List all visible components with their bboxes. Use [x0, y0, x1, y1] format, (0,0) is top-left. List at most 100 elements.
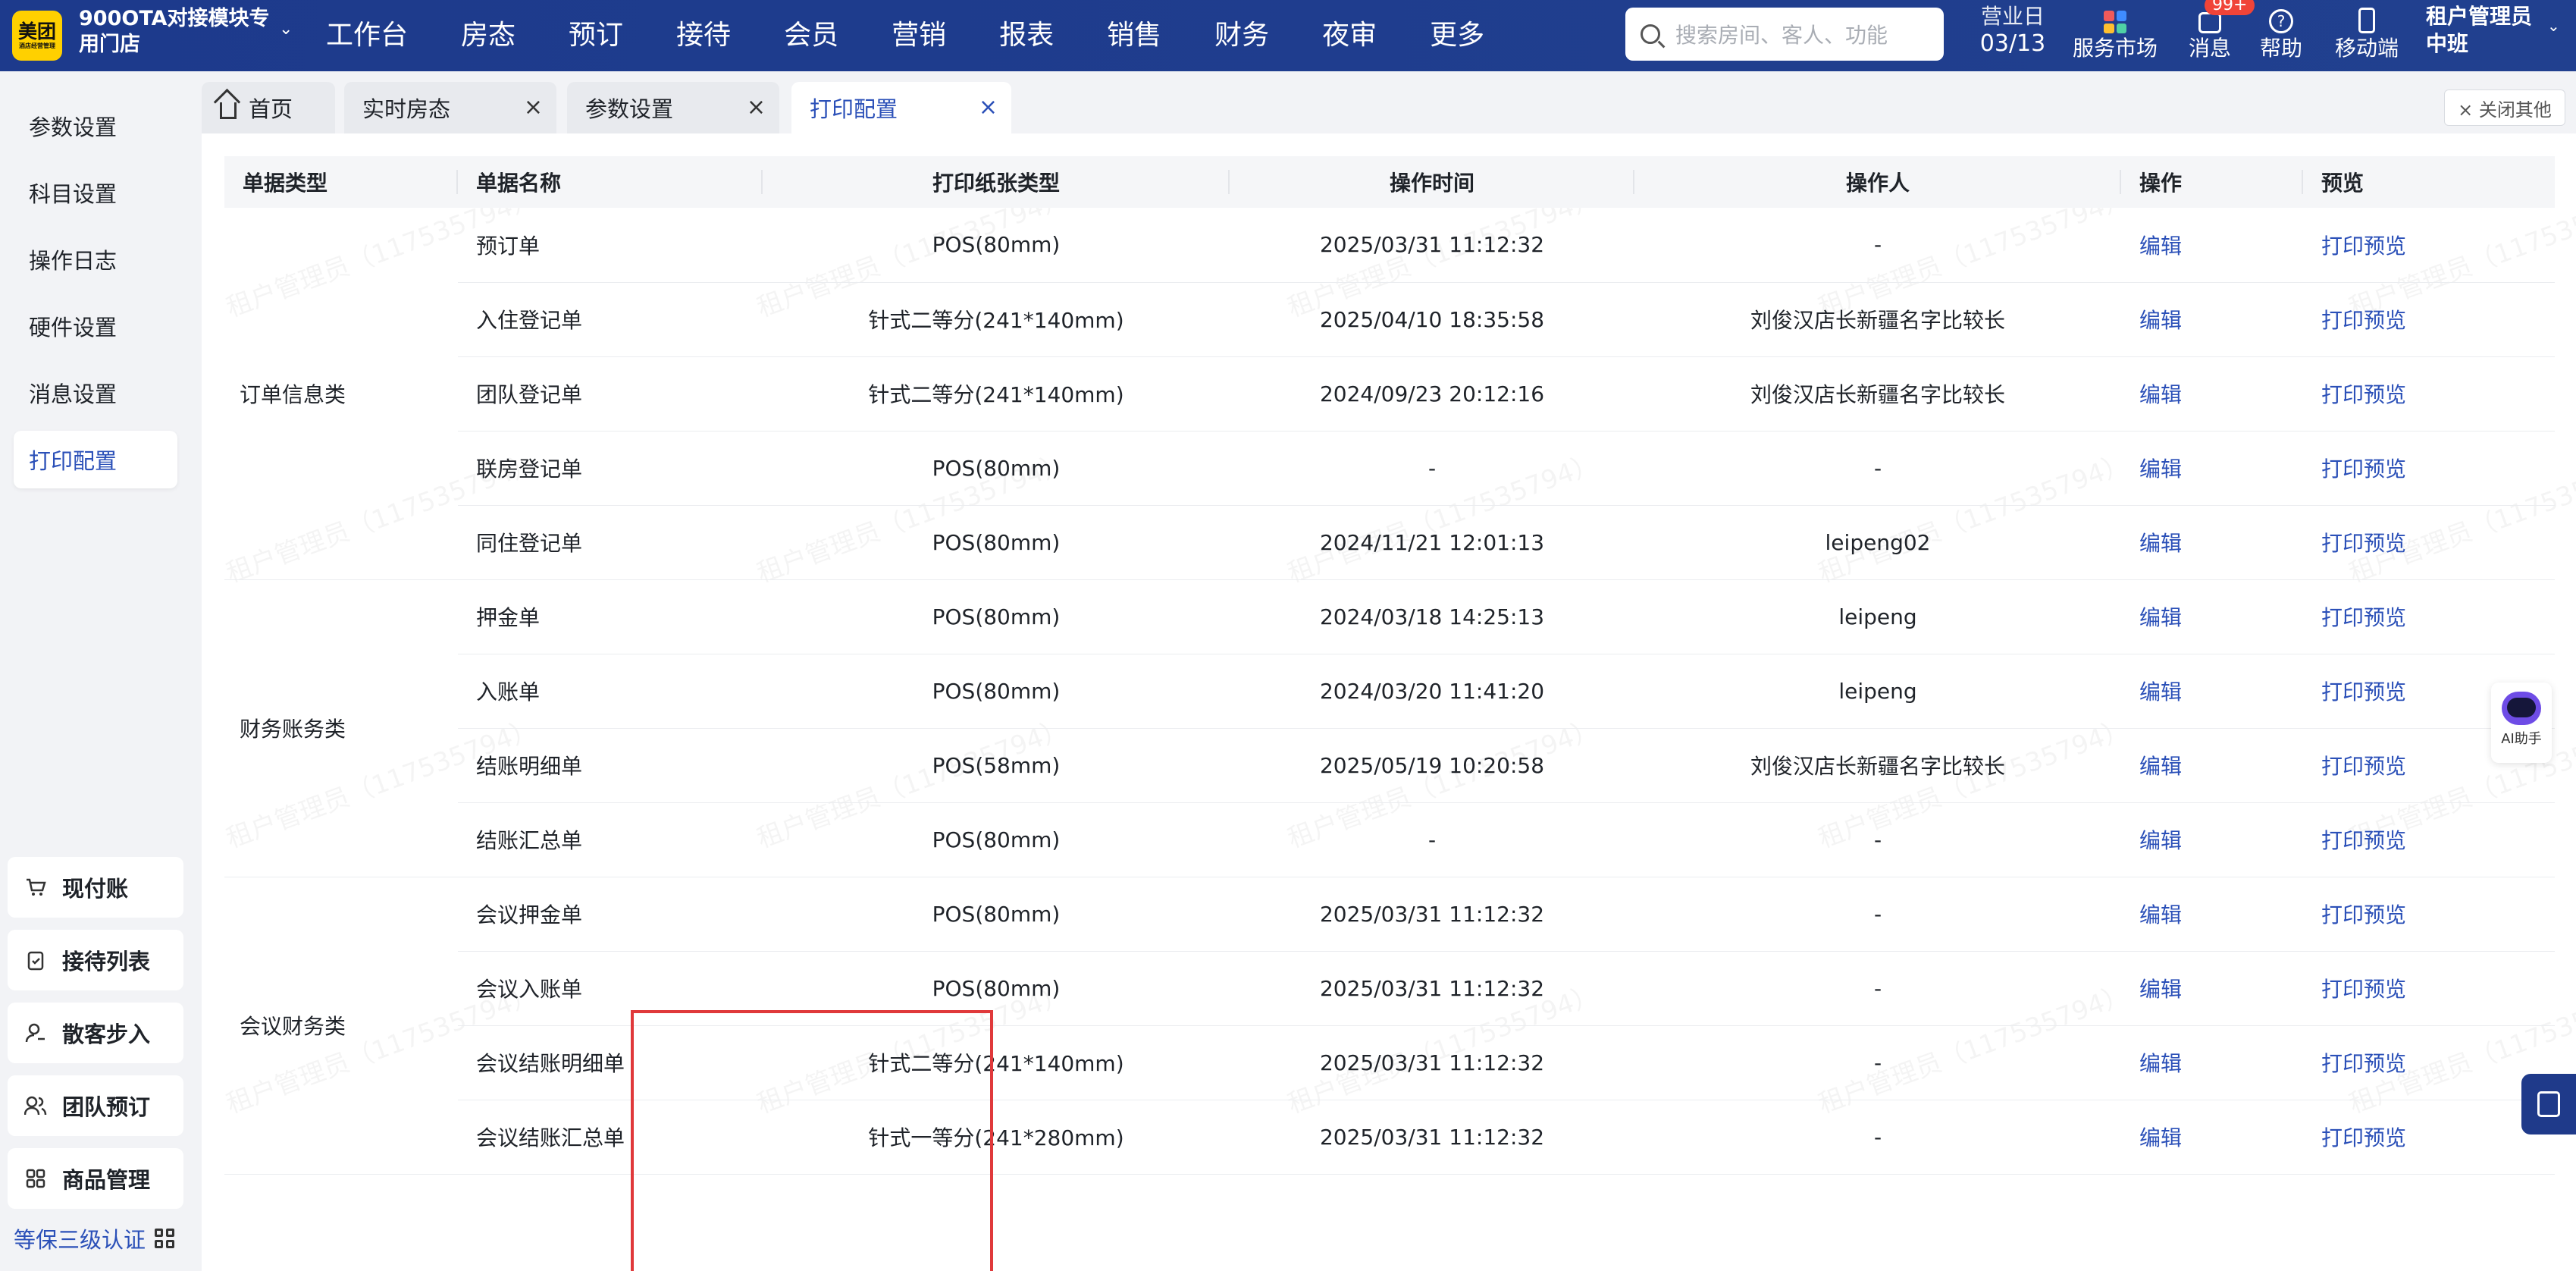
paper-type-cell: POS(80mm) — [763, 431, 1230, 506]
table-row: 会议入账单 POS(80mm) 2025/03/31 11:12:32- 编辑 打印预览 — [224, 951, 2555, 1026]
close-others-button[interactable]: × 关闭其他 — [2444, 89, 2565, 126]
table-row: 同住登记单 POS(80mm) 2024/11/21 12:01:13 leipeng… — [224, 505, 2555, 580]
quick-walk-in[interactable]: 散客步入 — [8, 1003, 183, 1063]
operation-time-cell: 2025/03/31 11:12:32 — [1230, 1100, 1634, 1175]
operator-cell: - — [1634, 951, 2121, 1026]
users-icon — [24, 1094, 47, 1117]
store-name[interactable]: 900OTA对接模块专用门店 — [79, 6, 276, 58]
meituan-logo[interactable]: 美团 酒店经营管理 — [12, 11, 62, 61]
print-preview-link[interactable]: 打印预览 — [2303, 505, 2555, 580]
edit-link[interactable]: 编辑 — [2121, 1100, 2303, 1175]
nav-item[interactable]: 营销 — [892, 13, 946, 52]
sidebar-item-messages[interactable]: 消息设置 — [14, 364, 177, 422]
paper-type-cell: POS(58mm) — [763, 728, 1230, 803]
print-preview-link[interactable]: 打印预览 — [2303, 208, 2555, 283]
edit-link[interactable]: 编辑 — [2121, 802, 2303, 877]
nav-item[interactable]: 财务 — [1214, 13, 1269, 52]
paper-type-cell: POS(80mm) — [763, 802, 1230, 877]
paper-type-cell: 针式二等分(241*140mm) — [763, 1025, 1230, 1100]
paper-type-cell: POS(80mm) — [763, 654, 1230, 729]
operation-time-cell: 2025/03/31 11:12:32 — [1230, 951, 1634, 1026]
edit-link[interactable]: 编辑 — [2121, 728, 2303, 803]
print-preview-link[interactable]: 打印预览 — [2303, 282, 2555, 357]
security-certification-link[interactable]: 等保三级认证 — [14, 1222, 146, 1254]
sidebar-item-hardware[interactable]: 硬件设置 — [14, 297, 177, 355]
table-row: 入住登记单 针式二等分(241*140mm) 2025/04/10 18:35:58… — [224, 282, 2555, 357]
document-name-cell: 入账单 — [458, 654, 763, 729]
nav-item[interactable]: 预订 — [569, 13, 623, 52]
operator-cell: leipeng02 — [1634, 505, 2121, 580]
edit-link[interactable]: 编辑 — [2121, 505, 2303, 580]
operator-cell: - — [1634, 431, 2121, 506]
service-market-button[interactable]: 服务市场 — [2070, 3, 2161, 64]
tab-home[interactable]: 首页 — [202, 82, 335, 133]
tab-print-config[interactable]: 打印配置 × — [791, 82, 1011, 133]
table-row: 财务账务类 押金单 POS(80mm) 2024/03/18 14:25:13 leip… — [224, 579, 2555, 877]
print-preview-link[interactable]: 打印预览 — [2303, 1100, 2555, 1175]
user-menu[interactable]: 租户管理员 中班 — [2426, 3, 2532, 58]
nav-item[interactable]: 夜审 — [1322, 13, 1377, 52]
document-name-cell: 会议押金单 — [458, 877, 763, 952]
nav-item[interactable]: 接待 — [676, 13, 731, 52]
operator-cell: leipeng — [1634, 654, 2121, 729]
tab-realtime-room-status[interactable]: 实时房态 × — [344, 82, 556, 133]
edit-link[interactable]: 编辑 — [2121, 951, 2303, 1026]
global-search[interactable]: 搜索房间、客人、功能 — [1625, 8, 1944, 61]
sidebar-item-oplog[interactable]: 操作日志 — [14, 231, 177, 288]
edit-link[interactable]: 编辑 — [2121, 877, 2303, 952]
nav-item[interactable]: 更多 — [1430, 13, 1484, 52]
nav-item[interactable]: 房态 — [461, 13, 516, 52]
qr-grid-icon[interactable] — [155, 1229, 174, 1248]
ai-assistant-button[interactable]: AI助手 — [2491, 683, 2552, 763]
nav-item[interactable]: 会员 — [784, 13, 838, 52]
robot-icon — [2502, 692, 2541, 725]
paper-type-cell: POS(80mm) — [763, 505, 1230, 580]
table-row: 会议结账明细单 针式二等分(241*140mm) 2025/03/31 11:12:… — [224, 1025, 2555, 1100]
tab-params[interactable]: 参数设置 × — [567, 82, 779, 133]
close-icon[interactable]: × — [747, 94, 766, 121]
quick-group-booking[interactable]: 团队预订 — [8, 1075, 183, 1136]
print-preview-link[interactable]: 打印预览 — [2303, 877, 2555, 952]
edit-link[interactable]: 编辑 — [2121, 1025, 2303, 1100]
top-bar: 美团 酒店经营管理 900OTA对接模块专用门店 ⌄ 工作台 房态 预订 接待 会员 营销… — [0, 0, 2576, 71]
edit-link[interactable]: 编辑 — [2121, 431, 2303, 506]
nav-item[interactable]: 工作台 — [326, 13, 408, 52]
app-grid-icon — [2104, 11, 2126, 33]
operator-cell: - — [1634, 877, 2121, 952]
chevron-down-icon[interactable]: ⌄ — [279, 20, 293, 39]
operator-cell: - — [1634, 1025, 2121, 1100]
operation-time-cell: 2024/03/20 11:41:20 — [1230, 654, 1634, 729]
print-preview-link[interactable]: 打印预览 — [2303, 1025, 2555, 1100]
nav-item[interactable]: 销售 — [1107, 13, 1161, 52]
table-header-row: 单据类型 单据名称 打印纸张类型 操作时间 操作人 操作 预览 — [224, 156, 2555, 208]
help-button[interactable]: ? 帮助 — [2253, 3, 2309, 64]
edit-link[interactable]: 编辑 — [2121, 282, 2303, 357]
close-icon[interactable]: × — [524, 94, 543, 121]
quick-cash-account[interactable]: 现付账 — [8, 857, 183, 918]
chevron-down-icon[interactable]: ⌄ — [2547, 17, 2560, 35]
edit-link[interactable]: 编辑 — [2121, 579, 2303, 654]
edit-link[interactable]: 编辑 — [2121, 356, 2303, 432]
mobile-button[interactable]: 移动端 — [2329, 3, 2405, 64]
sidebar-item-params[interactable]: 参数设置 — [14, 97, 177, 155]
sidebar-item-print-config[interactable]: 打印配置 — [14, 431, 177, 488]
print-preview-link[interactable]: 打印预览 — [2303, 802, 2555, 877]
close-icon[interactable]: × — [979, 94, 998, 121]
edit-link[interactable]: 编辑 — [2121, 654, 2303, 729]
table-row: 结账汇总单 POS(80mm) - - 编辑 打印预览 — [224, 802, 2555, 877]
print-preview-link[interactable]: 打印预览 — [2303, 951, 2555, 1026]
search-placeholder[interactable]: 搜索房间、客人、功能 — [1675, 19, 1888, 49]
quick-reception-list[interactable]: 接待列表 — [8, 930, 183, 990]
print-preview-link[interactable]: 打印预览 — [2303, 579, 2555, 654]
sidebar-item-subjects[interactable]: 科目设置 — [14, 164, 177, 221]
nav-item[interactable]: 报表 — [999, 13, 1054, 52]
print-preview-link[interactable]: 打印预览 — [2303, 356, 2555, 432]
paper-type-cell: POS(80mm) — [763, 208, 1230, 283]
print-preview-link[interactable]: 打印预览 — [2303, 431, 2555, 506]
edit-link[interactable]: 编辑 — [2121, 208, 2303, 283]
category-cell: 财务账务类 — [224, 579, 458, 877]
user-icon — [24, 1022, 47, 1044]
document-name-cell: 联房登记单 — [458, 431, 763, 506]
quick-goods-management[interactable]: 商品管理 — [8, 1148, 183, 1209]
feedback-button[interactable] — [2521, 1074, 2576, 1134]
